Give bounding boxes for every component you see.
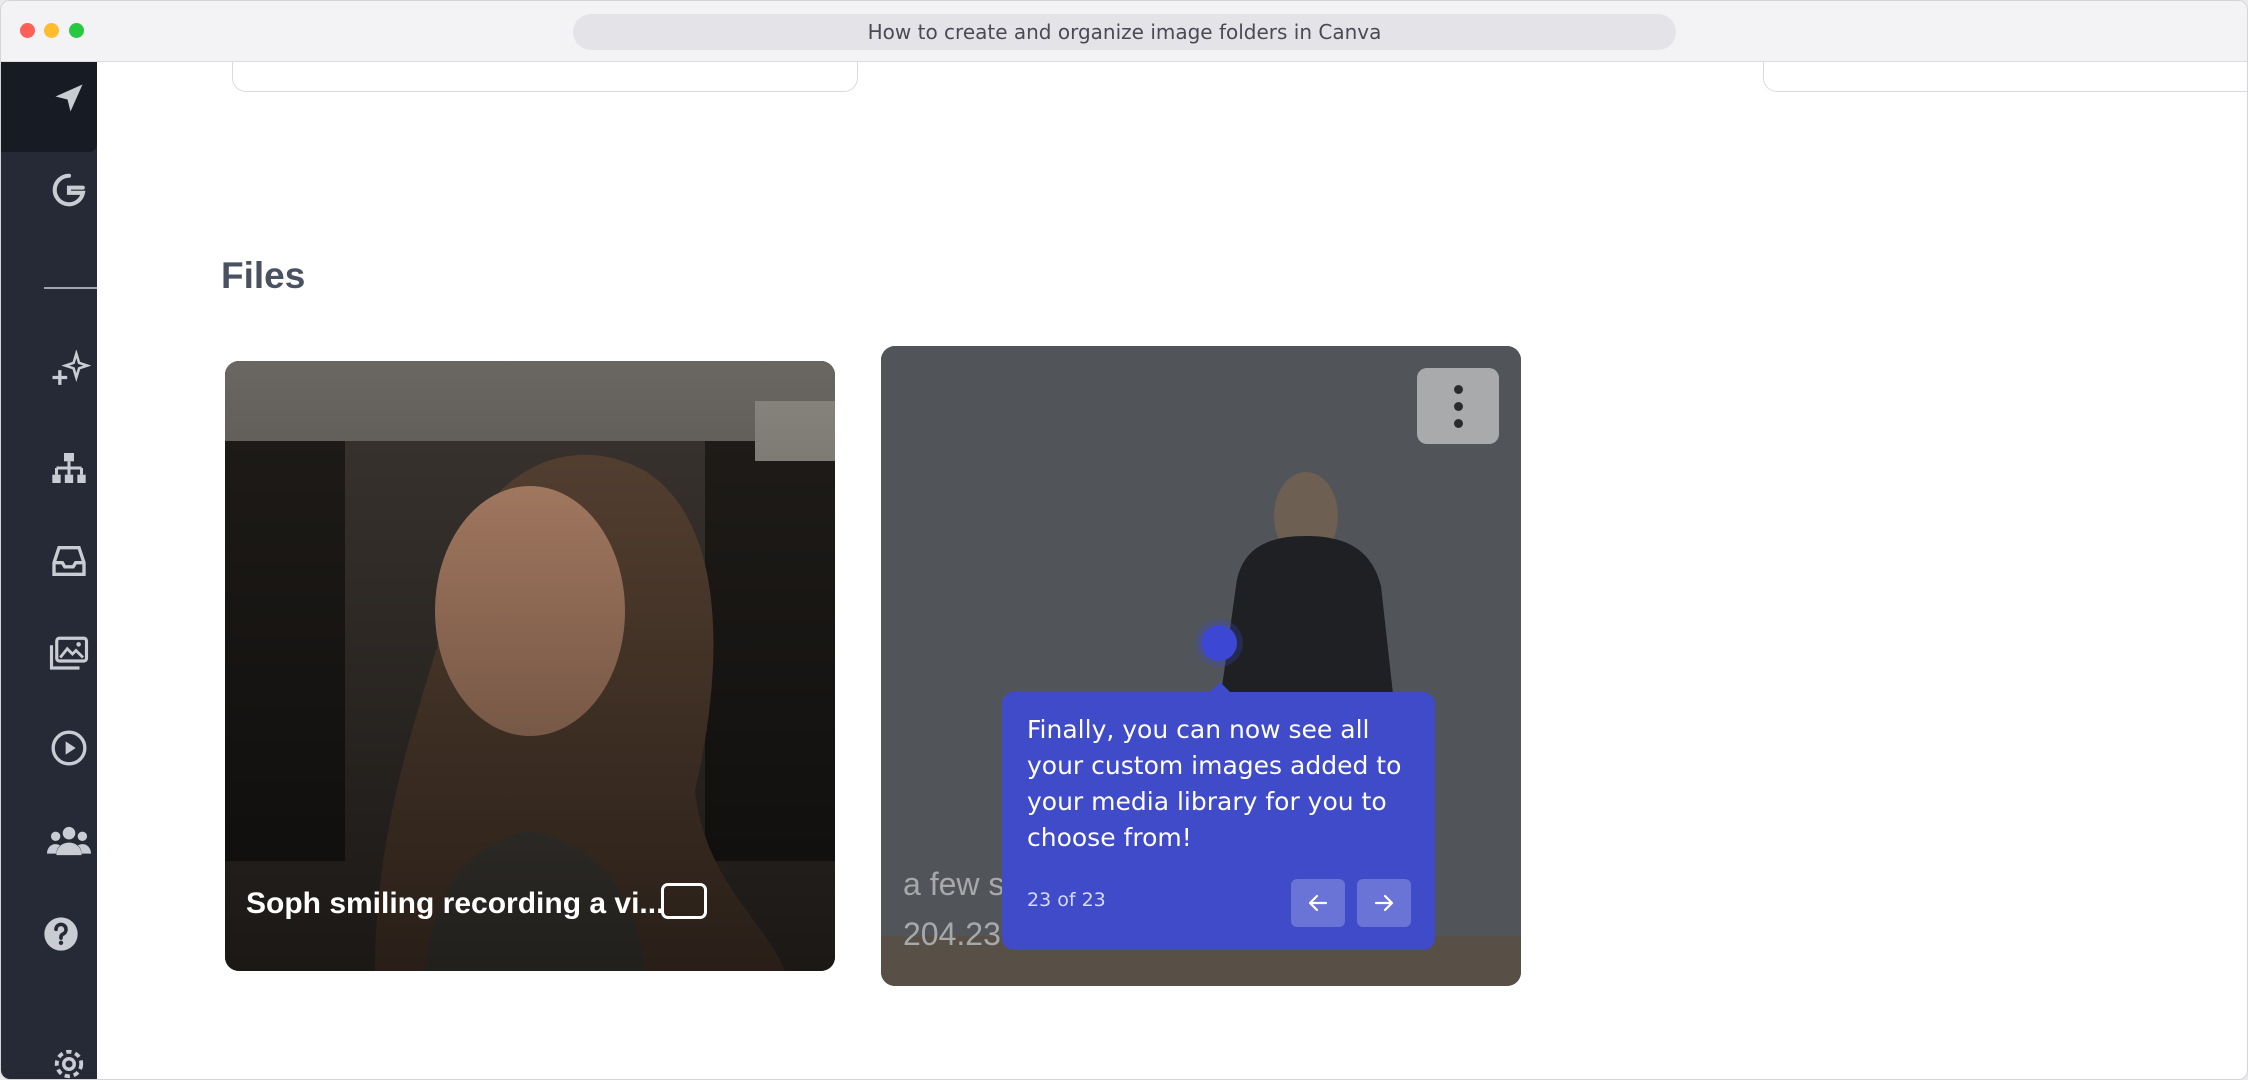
sparkle-plus-icon[interactable] (47, 350, 91, 394)
help-circle-icon[interactable] (39, 912, 83, 956)
arrow-left-icon (1308, 894, 1328, 912)
sidebar (1, 62, 97, 1079)
more-options-dot (1453, 401, 1463, 411)
folder-card[interactable] (232, 62, 858, 92)
files-heading: Files (221, 255, 306, 296)
sitemap-icon[interactable] (47, 446, 91, 490)
title-bar: How to create and organize image folders… (1, 1, 2247, 62)
file-title: Soph smiling recording a vi... (246, 887, 665, 920)
close-window-button[interactable] (20, 23, 35, 38)
gear-icon[interactable] (47, 1042, 91, 1079)
more-options-dot (1453, 418, 1463, 428)
tooltip-text: Finally, you can now see all your custom… (1027, 715, 1402, 852)
file-card[interactable]: Soph smiling recording a vi... (225, 361, 835, 971)
image-gallery-icon[interactable] (47, 632, 91, 676)
previous-step-button[interactable] (1291, 879, 1345, 927)
main-content: Files Soph smiling recording a vi... a f… (97, 62, 2247, 1079)
walkthrough-hotspot[interactable] (1201, 625, 1237, 661)
address-bar[interactable]: How to create and organize image folders… (573, 14, 1676, 50)
step-counter: 23 of 23 (1027, 889, 1106, 911)
video-format-icon (661, 883, 707, 919)
google-g-icon[interactable] (47, 168, 91, 212)
next-step-button[interactable] (1357, 879, 1411, 927)
play-circle-icon[interactable] (47, 726, 91, 770)
more-options-dot (1453, 384, 1463, 394)
users-icon[interactable] (47, 819, 91, 863)
minimize-window-button[interactable] (44, 23, 59, 38)
arrow-right-icon (1374, 894, 1394, 912)
walkthrough-tooltip: Finally, you can now see all your custom… (1002, 682, 1435, 950)
sidebar-divider (44, 287, 97, 289)
folder-card[interactable] (1763, 62, 2247, 92)
inbox-icon[interactable] (47, 539, 91, 583)
tooltip-arrow (1209, 682, 1231, 693)
navigation-arrow-icon[interactable] (47, 76, 91, 120)
video-thumbnail-image (225, 361, 835, 971)
maximize-window-button[interactable] (69, 23, 84, 38)
browser-window: How to create and organize image folders… (0, 0, 2248, 1080)
more-options-button[interactable] (1417, 368, 1499, 444)
